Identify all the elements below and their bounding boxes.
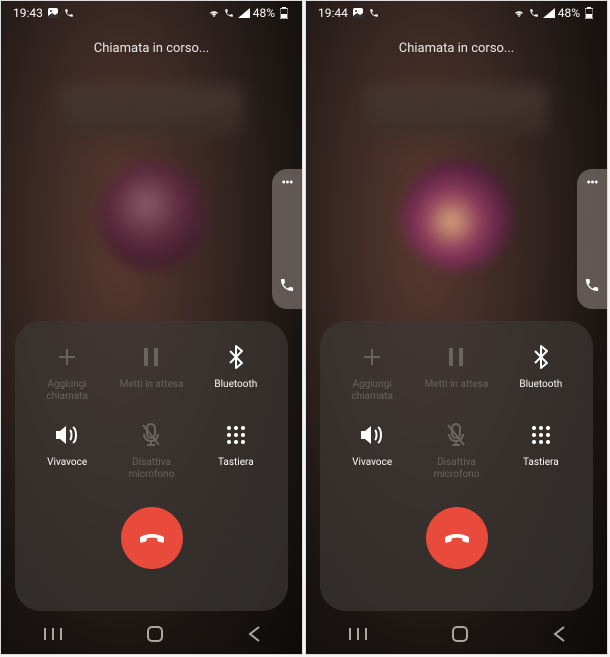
speaker-icon (358, 421, 386, 449)
gallery-icon (352, 7, 364, 19)
keypad-label: Tastiera (523, 457, 559, 469)
pause-icon (442, 343, 470, 371)
keypad-button[interactable]: Tastiera (196, 421, 276, 481)
hold-label: Metti in attesa (120, 379, 184, 391)
battery-icon (583, 7, 595, 19)
hold-button[interactable]: Metti in attesa (111, 343, 191, 403)
more-icon[interactable]: ••• (586, 179, 597, 187)
nav-recents-button[interactable] (348, 626, 368, 642)
signal-icon (238, 7, 250, 19)
handset-icon[interactable] (279, 277, 295, 293)
nav-recents-button[interactable] (43, 626, 63, 642)
add-call-label: Aggiungi chiamata (46, 379, 88, 403)
status-time: 19:43 (13, 6, 43, 20)
nav-home-button[interactable] (451, 625, 469, 643)
hangup-icon (136, 522, 168, 554)
bluetooth-label: Bluetooth (519, 379, 562, 391)
status-time: 19:44 (318, 6, 348, 20)
add-call-label: Aggiungi chiamata (351, 379, 393, 403)
side-actions-pill[interactable]: ••• (577, 169, 607, 309)
call-controls-panel: Aggiungi chiamata Metti in attesa Blueto… (320, 321, 593, 611)
phone-status-icon (368, 7, 380, 19)
plus-icon (53, 343, 81, 371)
call-status-text: Chiamata in corso... (1, 41, 302, 56)
handset-icon[interactable] (584, 277, 600, 293)
battery-text: 48% (558, 6, 580, 20)
bluetooth-button[interactable]: Bluetooth (501, 343, 581, 403)
contact-name-blurred (367, 86, 547, 136)
nav-bar (1, 614, 302, 654)
nav-back-button[interactable] (247, 625, 261, 643)
nav-back-button[interactable] (552, 625, 566, 643)
mic-off-icon (442, 421, 470, 449)
keypad-icon (222, 421, 250, 449)
more-icon[interactable]: ••• (281, 179, 292, 187)
side-actions-pill[interactable]: ••• (272, 169, 302, 309)
mute-button[interactable]: Disattiva microfono (111, 421, 191, 481)
mute-label: Disattiva microfono (129, 457, 175, 481)
call-controls-panel: Aggiungi chiamata Metti in attesa Blueto… (15, 321, 288, 611)
status-bar: 19:44 48% (306, 1, 607, 25)
speaker-button[interactable]: Vivavoce (27, 421, 107, 481)
phone-status-icon (63, 7, 75, 19)
add-call-button[interactable]: Aggiungi chiamata (27, 343, 107, 403)
call-status-text: Chiamata in corso... (306, 41, 607, 56)
keypad-icon (527, 421, 555, 449)
mute-label: Disattiva microfono (434, 457, 480, 481)
keypad-button[interactable]: Tastiera (501, 421, 581, 481)
end-call-button[interactable] (121, 507, 183, 569)
pause-icon (137, 343, 165, 371)
wifi-call-icon (208, 7, 220, 19)
contact-name-blurred (62, 86, 242, 136)
gallery-icon (47, 7, 59, 19)
mute-button[interactable]: Disattiva microfono (416, 421, 496, 481)
phone-screen-left: 19:43 48% Chiamata in corso... (0, 0, 303, 655)
wifi-call-icon (513, 7, 525, 19)
speaker-icon (53, 421, 81, 449)
nav-bar (306, 614, 607, 654)
signal-icon (543, 7, 555, 19)
keypad-label: Tastiera (218, 457, 254, 469)
volte-icon (528, 7, 540, 19)
mic-off-icon (137, 421, 165, 449)
hangup-icon (441, 522, 473, 554)
bluetooth-button[interactable]: Bluetooth (196, 343, 276, 403)
bluetooth-label: Bluetooth (214, 379, 257, 391)
avatar[interactable] (402, 161, 512, 271)
plus-icon (358, 343, 386, 371)
hold-button[interactable]: Metti in attesa (416, 343, 496, 403)
end-call-button[interactable] (426, 507, 488, 569)
speaker-button[interactable]: Vivavoce (332, 421, 412, 481)
status-bar: 19:43 48% (1, 1, 302, 25)
phone-screen-right: 19:44 48% Chiamata in corso... (305, 0, 608, 655)
speaker-label: Vivavoce (47, 457, 87, 469)
hold-label: Metti in attesa (425, 379, 489, 391)
add-call-button[interactable]: Aggiungi chiamata (332, 343, 412, 403)
nav-home-button[interactable] (146, 625, 164, 643)
battery-text: 48% (253, 6, 275, 20)
avatar[interactable] (97, 161, 207, 271)
battery-icon (278, 7, 290, 19)
bluetooth-icon (222, 343, 250, 371)
bluetooth-icon (527, 343, 555, 371)
speaker-label: Vivavoce (352, 457, 392, 469)
volte-icon (223, 7, 235, 19)
